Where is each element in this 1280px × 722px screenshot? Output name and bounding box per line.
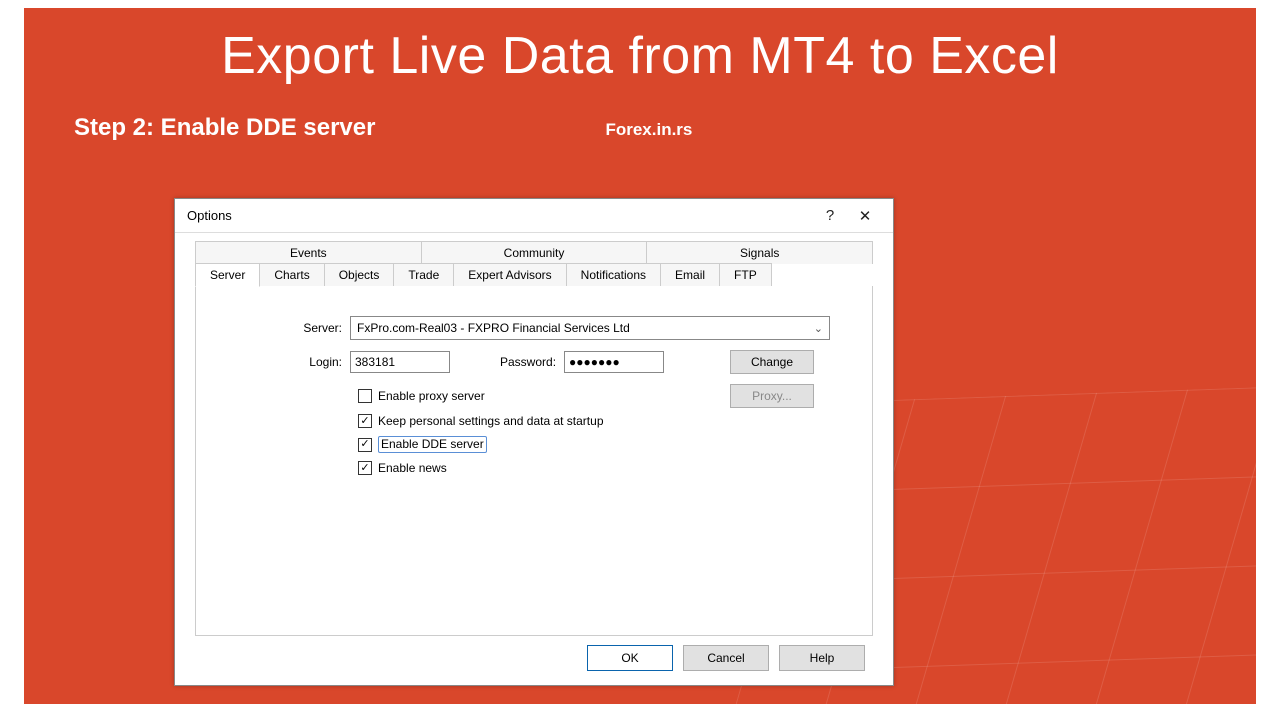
server-dropdown-value: FxPro.com-Real03 - FXPRO Financial Servi… <box>357 321 630 335</box>
keep-settings-label: Keep personal settings and data at start… <box>378 414 604 428</box>
slide-title: Export Live Data from MT4 to Excel <box>24 26 1256 86</box>
tabs-container: Events Community Signals Server Charts O… <box>175 233 893 636</box>
server-row: Server: FxPro.com-Real03 - FXPRO Financi… <box>220 316 848 340</box>
tab-objects[interactable]: Objects <box>325 263 395 287</box>
tab-server[interactable]: Server <box>195 263 260 287</box>
login-input[interactable] <box>350 351 450 373</box>
cancel-button[interactable]: Cancel <box>683 645 769 671</box>
tab-notifications[interactable]: Notifications <box>567 263 661 287</box>
options-dialog: Options ? ✕ Events Community Signals Ser… <box>174 198 894 686</box>
enable-proxy-label: Enable proxy server <box>378 389 485 403</box>
tab-charts[interactable]: Charts <box>260 263 324 287</box>
enable-proxy-checkbox[interactable] <box>358 389 372 403</box>
server-dropdown[interactable]: FxPro.com-Real03 - FXPRO Financial Servi… <box>350 316 830 340</box>
enable-dde-row: Enable DDE server <box>358 436 848 453</box>
enable-news-row: Enable news <box>358 461 848 475</box>
change-button[interactable]: Change <box>730 350 814 374</box>
login-label: Login: <box>220 355 350 369</box>
dialog-title: Options <box>187 208 815 223</box>
enable-dde-label: Enable DDE server <box>378 436 487 453</box>
keep-settings-checkbox[interactable] <box>358 414 372 428</box>
tab-community[interactable]: Community <box>422 241 648 264</box>
chevron-down-icon: ⌄ <box>814 322 823 335</box>
tab-expert-advisors[interactable]: Expert Advisors <box>454 263 566 287</box>
enable-news-label: Enable news <box>378 461 447 475</box>
ok-button[interactable]: OK <box>587 645 673 671</box>
dialog-titlebar: Options ? ✕ <box>175 199 893 233</box>
help-button[interactable]: Help <box>779 645 865 671</box>
login-row: Login: Password: Change <box>220 350 848 374</box>
tab-ftp[interactable]: FTP <box>720 263 772 287</box>
tabs-row-top: Events Community Signals <box>195 241 873 264</box>
enable-dde-checkbox[interactable] <box>358 438 372 452</box>
tab-signals[interactable]: Signals <box>647 241 873 264</box>
slide-background: Export Live Data from MT4 to Excel Step … <box>24 8 1256 704</box>
help-icon[interactable]: ? <box>815 202 845 230</box>
tab-email[interactable]: Email <box>661 263 720 287</box>
password-label: Password: <box>500 355 556 369</box>
tabs-row-bottom: Server Charts Objects Trade Expert Advis… <box>195 264 873 287</box>
enable-news-checkbox[interactable] <box>358 461 372 475</box>
tab-events[interactable]: Events <box>195 241 422 264</box>
password-input[interactable] <box>564 351 664 373</box>
brand-label: Forex.in.rs <box>605 120 692 140</box>
subtitle-row: Step 2: Enable DDE server Forex.in.rs <box>24 114 1256 142</box>
proxy-button: Proxy... <box>730 384 814 408</box>
close-icon[interactable]: ✕ <box>845 202 885 230</box>
dialog-button-row: OK Cancel Help <box>587 645 865 671</box>
tab-trade[interactable]: Trade <box>394 263 454 287</box>
proxy-row: Enable proxy server Proxy... <box>220 384 848 408</box>
step-label: Step 2: Enable DDE server <box>74 114 375 142</box>
tab-panel-server: Server: FxPro.com-Real03 - FXPRO Financi… <box>195 286 873 636</box>
server-label: Server: <box>220 321 350 335</box>
keep-settings-row: Keep personal settings and data at start… <box>358 414 848 428</box>
